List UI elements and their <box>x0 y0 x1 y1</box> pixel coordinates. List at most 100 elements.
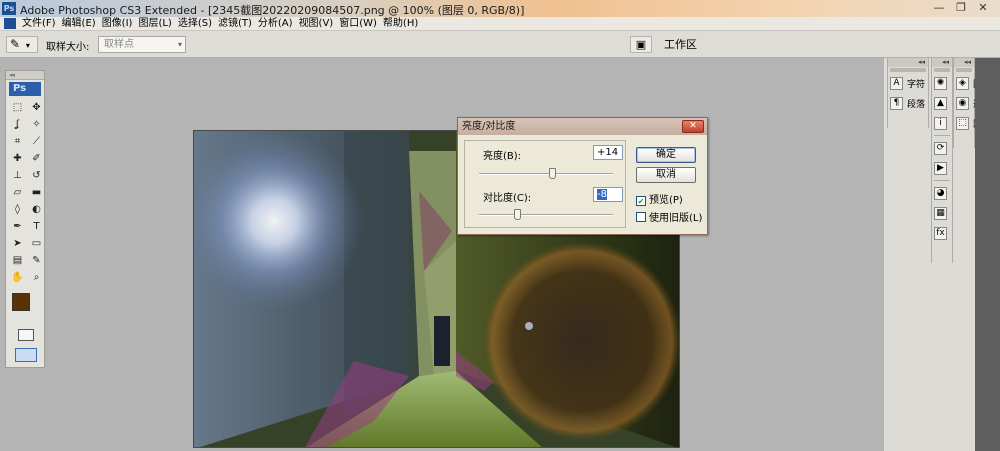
character-panel-label: 字符 <box>907 79 926 90</box>
ok-button[interactable]: 确定 <box>636 147 696 163</box>
cancel-button[interactable]: 取消 <box>636 167 696 183</box>
window-title: Adobe Photoshop CS3 Extended - [2345截图20… <box>20 4 525 17</box>
screen-mode-button[interactable] <box>15 348 37 362</box>
options-bar: ✎ ▾ 取样大小: 取样点 ▾ ▣ 工作区 ▾ <box>0 31 1000 68</box>
swatches-icon: ◕ <box>934 186 947 200</box>
history-icon: ⟳ <box>934 141 947 155</box>
menu-window[interactable]: 窗口(W) <box>339 17 383 31</box>
restore-button[interactable]: ❐ <box>952 1 970 15</box>
contrast-slider-thumb[interactable] <box>513 209 521 220</box>
legacy-label: 使用旧版(L) <box>649 213 703 224</box>
fx-panel-button[interactable]: fx <box>934 224 950 242</box>
checkbox-check-icon: ✔ <box>636 196 646 206</box>
menu-select[interactable]: 选择(S) <box>178 17 218 31</box>
close-icon[interactable]: ✕ <box>682 120 704 133</box>
panel-grip[interactable] <box>934 68 950 72</box>
tool-preset-picker[interactable]: ✎ ▾ <box>6 36 38 53</box>
panel-collapse-icon[interactable]: ◂◂ <box>932 58 952 67</box>
paths-panel-button[interactable]: ⬚路径 <box>956 114 991 132</box>
close-window-button[interactable]: ✕ <box>974 1 992 15</box>
menu-bar: 文件(F) 编辑(E) 图像(I) 图层(L) 选择(S) 滤镜(T) 分析(A… <box>0 17 1000 31</box>
eraser-tool-icon[interactable]: ▱ <box>9 185 26 200</box>
type-tool-icon[interactable]: T <box>28 219 45 234</box>
contrast-input[interactable]: -8 <box>593 187 623 202</box>
dialog-title: 亮度/对比度 <box>462 121 516 132</box>
swatches-panel-button[interactable]: ◕ <box>934 184 950 202</box>
menu-filter[interactable]: 滤镜(T) <box>218 17 258 31</box>
menu-analysis[interactable]: 分析(A) <box>258 17 299 31</box>
navigator-panel-button[interactable]: ✺ <box>934 74 950 92</box>
panel-column-text: ◂◂ A 字符 ¶ 段落 <box>887 58 929 128</box>
menu-file[interactable]: 文件(F) <box>22 17 62 31</box>
sample-size-select[interactable]: 取样点 ▾ <box>98 36 186 53</box>
notes-tool-icon[interactable]: ▤ <box>9 253 26 268</box>
histogram-panel-button[interactable]: ▲ <box>934 94 950 112</box>
panel-grip[interactable] <box>890 68 926 72</box>
menu-edit[interactable]: 编辑(E) <box>62 17 102 31</box>
history-brush-tool-icon[interactable]: ↺ <box>28 168 45 183</box>
info-panel-button[interactable]: i <box>934 114 950 132</box>
workspace-menu[interactable]: 工作区 ▾ <box>656 36 706 68</box>
paragraph-panel-button[interactable]: ¶ 段落 <box>890 94 926 112</box>
brightness-slider-thumb[interactable] <box>549 168 557 179</box>
panel-column-tools: ◂◂ ✺ ▲ i ⟳ ▶ ◕ ▦ fx <box>931 58 953 263</box>
panel-grip[interactable] <box>956 68 972 72</box>
toolbox-logo: Ps <box>9 82 41 96</box>
brightness-slider-track[interactable] <box>479 173 613 175</box>
styles-panel-button[interactable]: ▦ <box>934 204 950 222</box>
app-menu-icon[interactable] <box>4 18 16 29</box>
path-selection-tool-icon[interactable]: ➤ <box>9 236 26 251</box>
move-tool-icon[interactable]: ✥ <box>28 100 45 115</box>
contrast-slider-track[interactable] <box>479 214 613 216</box>
gradient-tool-icon[interactable]: ▬ <box>28 185 45 200</box>
minimize-button[interactable]: — <box>930 1 948 15</box>
legacy-checkbox[interactable]: 使用旧版(L) <box>636 209 702 224</box>
window-edge <box>975 58 1000 451</box>
panel-collapse-icon[interactable]: ◂◂ <box>888 58 928 67</box>
menu-view[interactable]: 视图(V) <box>299 17 340 31</box>
actions-panel-button[interactable]: ▶ <box>934 159 950 177</box>
healing-brush-tool-icon[interactable]: ✚ <box>9 151 26 166</box>
bridge-icon[interactable]: ▣ <box>630 36 652 53</box>
info-icon: i <box>934 116 947 130</box>
history-panel-button[interactable]: ⟳ <box>934 139 950 157</box>
sample-size-value: 取样点 <box>104 39 134 50</box>
menu-layer[interactable]: 图层(L) <box>138 17 177 31</box>
chevron-down-icon: ▾ <box>177 40 182 49</box>
pen-tool-icon[interactable]: ✒ <box>9 219 26 234</box>
zoom-tool-icon[interactable]: ⌕ <box>28 270 45 285</box>
panel-divider <box>934 135 950 136</box>
actions-icon: ▶ <box>934 161 947 175</box>
preview-checkbox[interactable]: ✔ 预览(P) <box>636 191 683 206</box>
layers-icon: ◈ <box>956 76 969 90</box>
quick-mask-button[interactable] <box>18 329 34 341</box>
character-panel-button[interactable]: A 字符 <box>890 74 926 92</box>
brush-tool-icon[interactable]: ✐ <box>28 151 45 166</box>
hand-tool-icon[interactable]: ✋ <box>9 270 26 285</box>
dialog-title-bar[interactable]: 亮度/对比度 ✕ <box>458 118 707 135</box>
blur-tool-icon[interactable]: ◊ <box>9 202 26 217</box>
clone-stamp-tool-icon[interactable]: ⊥ <box>9 168 26 183</box>
toolbox: ◂◂ Ps ⬚ ✥ ʆ ✧ ⌗ ⟋ ✚ ✐ ⊥ ↺ ▱ ▬ ◊ ◐ ✒ T ➤ ▭ ▤ ✎ ✋ ⌕ <box>5 70 45 368</box>
sample-size-label: 取样大小: <box>46 42 90 53</box>
channels-icon: ◉ <box>956 96 969 110</box>
magic-wand-tool-icon[interactable]: ✧ <box>28 117 45 132</box>
marquee-tool-icon[interactable]: ⬚ <box>9 100 26 115</box>
menu-help[interactable]: 帮助(H) <box>383 17 424 31</box>
toolbox-collapse-icon[interactable]: ◂◂ <box>6 71 44 80</box>
slice-tool-icon[interactable]: ⟋ <box>28 134 45 149</box>
shape-tool-icon[interactable]: ▭ <box>28 236 45 251</box>
foreground-color-swatch[interactable] <box>12 293 30 311</box>
eyedropper-tool-icon[interactable]: ✎ <box>28 253 45 268</box>
channels-panel-button[interactable]: ◉通道 <box>956 94 991 112</box>
menu-image[interactable]: 图像(I) <box>102 17 139 31</box>
brightness-contrast-dialog: 亮度/对比度 ✕ 亮度(B): +14 对比度(C): -8 确定 取消 ✔ 预览… <box>457 117 708 235</box>
crop-tool-icon[interactable]: ⌗ <box>9 134 26 149</box>
panel-collapse-icon[interactable]: ◂◂ <box>954 58 974 67</box>
lasso-tool-icon[interactable]: ʆ <box>9 117 26 132</box>
brightness-input[interactable]: +14 <box>593 145 623 160</box>
checkbox-empty-icon <box>636 212 646 222</box>
dodge-tool-icon[interactable]: ◐ <box>28 202 45 217</box>
layers-panel-button[interactable]: ◈图层 <box>956 74 991 92</box>
title-bar: Ps Adobe Photoshop CS3 Extended - [2345截… <box>0 0 1000 17</box>
